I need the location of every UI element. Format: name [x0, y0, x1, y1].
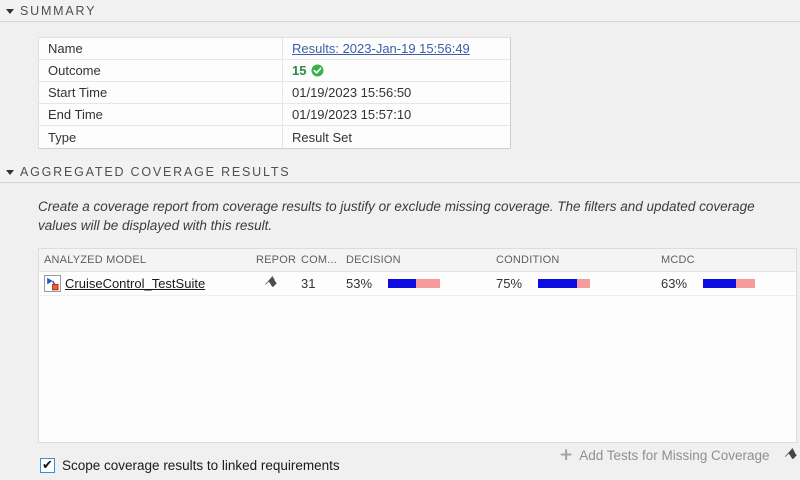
coverage-section-title: AGGREGATED COVERAGE RESULTS: [20, 164, 291, 179]
mcdc-percent: 63%: [661, 276, 688, 291]
summary-label-name: Name: [39, 38, 282, 60]
scope-coverage-checkbox[interactable]: ✔: [40, 458, 55, 473]
coverage-description: Create a coverage report from coverage r…: [38, 199, 755, 233]
table-row[interactable]: CruiseControl_TestSuite ⚑ 31 53% 75% 63%: [39, 272, 796, 296]
summary-label-type: Type: [48, 129, 77, 145]
simulink-model-icon: [44, 275, 61, 292]
summary-section-header[interactable]: SUMMARY: [0, 0, 800, 22]
decision-cell: 53%: [341, 272, 491, 295]
outcome-pass-count: 15: [292, 63, 307, 78]
model-link[interactable]: CruiseControl_TestSuite: [65, 276, 205, 291]
summary-value-outcome: 15: [282, 60, 510, 82]
plus-icon: +: [558, 444, 574, 465]
column-header-complexity: COM...: [301, 254, 338, 266]
summary-value-name: Results: 2023-Jan-19 15:56:49: [282, 38, 510, 60]
add-tests-label: Add Tests for Missing Coverage: [579, 447, 770, 463]
summary-value-end-time: 01/19/2023 15:57:10: [282, 104, 510, 126]
condition-cell: 75%: [491, 272, 656, 295]
scope-coverage-option[interactable]: ✔ Scope coverage results to linked requi…: [40, 458, 340, 473]
analyzed-model-cell: CruiseControl_TestSuite: [39, 272, 251, 295]
add-tests-button[interactable]: + Add Tests for Missing Coverage: [558, 444, 770, 465]
condition-coverage-bar: [538, 279, 590, 288]
results-link[interactable]: Results: 2023-Jan-19 15:56:49: [292, 41, 470, 56]
collapse-arrow-icon: [6, 8, 14, 14]
coverage-flag-icon[interactable]: ⚑: [780, 443, 800, 465]
mcdc-coverage-bar: [703, 279, 755, 288]
coverage-section-header[interactable]: AGGREGATED COVERAGE RESULTS: [0, 161, 800, 183]
decision-percent: 53%: [346, 276, 373, 291]
condition-percent: 75%: [496, 276, 523, 291]
column-header-report: REPORT: [256, 254, 296, 266]
summary-label-end-time: End Time: [39, 104, 282, 126]
summary-section-title: SUMMARY: [20, 3, 97, 18]
column-header-mcdc: MCDC: [661, 254, 695, 266]
report-flag-icon[interactable]: ⚑: [260, 272, 282, 294]
summary-value-type: Result Set: [282, 126, 510, 148]
coverage-table-header-row: ANALYZED MODEL REPORT COM... DECISION CO…: [39, 249, 796, 272]
column-header-analyzed-model: ANALYZED MODEL: [44, 254, 147, 266]
collapse-arrow-icon: [6, 169, 14, 175]
scope-coverage-label: Scope coverage results to linked require…: [62, 458, 340, 473]
pass-check-icon: [311, 64, 324, 77]
column-header-condition: CONDITION: [496, 254, 560, 266]
summary-label-outcome: Outcome: [39, 60, 282, 82]
complexity-cell: 31: [301, 276, 316, 291]
column-header-decision: DECISION: [346, 254, 401, 266]
summary-label-start-time: Start Time: [39, 82, 282, 104]
coverage-table: ANALYZED MODEL REPORT COM... DECISION CO…: [38, 248, 797, 443]
summary-value-start-time: 01/19/2023 15:56:50: [282, 82, 510, 104]
report-cell: ⚑: [251, 272, 296, 295]
mcdc-cell: 63%: [656, 272, 796, 295]
summary-table: Name Results: 2023-Jan-19 15:56:49 Outco…: [38, 37, 511, 149]
decision-coverage-bar: [388, 279, 440, 288]
